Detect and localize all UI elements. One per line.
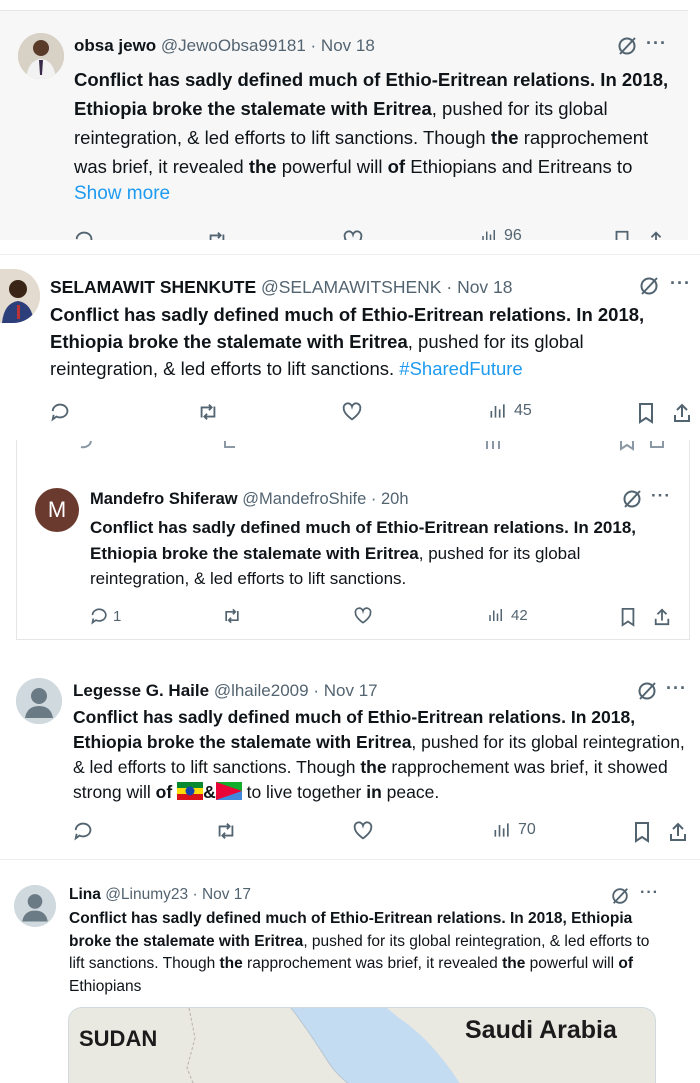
like-icon[interactable]: [341, 401, 363, 423]
display-name[interactable]: Lina: [69, 886, 101, 904]
tweet-text: Conflict has sadly defined much of Ethio…: [74, 69, 669, 177]
views-icon: [490, 404, 505, 418]
views-count: 96: [504, 227, 522, 240]
reply-icon[interactable]: [50, 401, 72, 423]
reply-icon[interactable]: [73, 820, 95, 842]
avatar-photo: [0, 269, 40, 323]
timestamp[interactable]: Nov 17: [324, 681, 378, 701]
default-avatar-icon: [16, 678, 62, 724]
display-name[interactable]: obsa jewo: [74, 36, 156, 56]
grok-icon[interactable]: [610, 886, 630, 906]
more-options-icon[interactable]: ···: [640, 884, 659, 902]
handle[interactable]: @JewoObsa99181: [161, 36, 306, 56]
timestamp[interactable]: Nov 18: [321, 36, 375, 56]
views-button[interactable]: 96: [480, 227, 522, 240]
tweet-text: Conflict has sadly defined much of Ethio…: [69, 910, 650, 995]
tweet-selamawit-shenkute[interactable]: SELAMAWIT SHENKUTE @SELAMAWITSHENK · Nov…: [0, 254, 700, 440]
bookmark-icon[interactable]: [632, 820, 652, 844]
avatar[interactable]: [14, 885, 56, 927]
more-options-icon[interactable]: ···: [666, 678, 687, 699]
timestamp[interactable]: Nov 17: [202, 886, 251, 904]
handle[interactable]: @lhaile2009: [214, 681, 309, 701]
handle[interactable]: @MandefroShife: [242, 490, 366, 509]
views-count: 42: [511, 606, 528, 624]
grok-icon[interactable]: [636, 680, 658, 702]
display-name[interactable]: Legesse G. Haile: [73, 681, 209, 701]
views-icon: [494, 823, 509, 837]
handle[interactable]: @Linumy23: [105, 886, 188, 904]
share-icon[interactable]: [646, 229, 666, 240]
grok-icon[interactable]: [616, 35, 638, 57]
tweet-obsa-jewo[interactable]: obsa jewo @JewoObsa99181 · Nov 18 ··· Co…: [0, 10, 688, 240]
more-options-icon[interactable]: ···: [646, 33, 667, 54]
map-label-sudan: SUDAN: [79, 1026, 158, 1051]
avatar[interactable]: M: [35, 488, 79, 532]
previous-action-row-remnant: [17, 440, 689, 452]
default-avatar-icon: [14, 885, 56, 927]
separator: ·: [370, 490, 377, 508]
views-icon: [482, 230, 495, 240]
reply-count: 1: [113, 607, 122, 625]
separator: ·: [192, 886, 198, 903]
repost-icon[interactable]: [214, 820, 238, 842]
repost-icon[interactable]: [206, 229, 228, 240]
views-button[interactable]: 45: [488, 401, 532, 421]
views-count: 70: [518, 821, 536, 838]
eritrea-flag-icon: [215, 782, 242, 800]
reply-button[interactable]: 1: [90, 606, 121, 626]
bookmark-icon[interactable]: [636, 401, 656, 425]
share-icon[interactable]: [672, 401, 692, 425]
avatar[interactable]: [16, 678, 62, 724]
avatar[interactable]: [18, 33, 64, 79]
reply-icon[interactable]: [74, 229, 96, 240]
views-icon: [489, 609, 502, 621]
map-label-saudi-arabia: Saudi Arabia: [465, 1016, 617, 1044]
separator: ·: [313, 681, 319, 700]
display-name[interactable]: Mandefro Shiferaw: [90, 490, 238, 509]
views-count: 45: [514, 402, 532, 419]
grok-icon[interactable]: [621, 488, 643, 510]
grok-icon[interactable]: [638, 275, 660, 297]
tweet-legesse-haile[interactable]: Legesse G. Haile @lhaile2009 · Nov 17 ··…: [0, 664, 700, 860]
views-button[interactable]: 42: [487, 606, 528, 624]
tweet-text: Conflict has sadly defined much of Ethio…: [90, 518, 637, 588]
hashtag-link[interactable]: #SharedFuture: [399, 358, 522, 379]
tweet-mandefro-shiferaw[interactable]: M Mandefro Shiferaw @MandefroShife · 20h…: [16, 440, 690, 640]
timestamp[interactable]: 20h: [381, 490, 409, 509]
avatar-letter: M: [47, 497, 67, 522]
timestamp[interactable]: Nov 18: [457, 277, 512, 298]
share-icon[interactable]: [668, 820, 688, 844]
share-icon[interactable]: [653, 606, 671, 628]
like-icon[interactable]: [352, 820, 374, 842]
tweet-text: Conflict has sadly defined much of Ethio…: [50, 304, 645, 379]
repost-icon[interactable]: [196, 401, 220, 423]
reply-icon: [91, 608, 107, 625]
bookmark-icon[interactable]: [612, 229, 632, 240]
show-more-link[interactable]: Show more: [74, 183, 170, 205]
bookmark-icon[interactable]: [619, 606, 637, 628]
like-icon[interactable]: [342, 229, 364, 240]
avatar-photo: [18, 33, 64, 79]
ethiopia-flag-icon: [177, 782, 204, 800]
map-image[interactable]: SUDAN Saudi Arabia: [68, 1007, 656, 1083]
repost-icon[interactable]: [221, 606, 243, 626]
avatar[interactable]: [0, 269, 40, 323]
like-icon[interactable]: [353, 606, 373, 626]
display-name[interactable]: SELAMAWIT SHENKUTE: [50, 277, 256, 298]
handle[interactable]: @SELAMAWITSHENK: [261, 277, 441, 298]
more-options-icon[interactable]: ···: [651, 486, 671, 506]
tweet-text: Conflict has sadly defined much of Ethio…: [73, 707, 685, 802]
tweet-lina[interactable]: Lina @Linumy23 · Nov 17 ··· Conflict has…: [0, 861, 700, 1083]
more-options-icon[interactable]: ···: [670, 273, 691, 294]
separator: ·: [446, 277, 453, 297]
separator: ·: [310, 36, 317, 55]
views-button[interactable]: 70: [492, 820, 536, 840]
